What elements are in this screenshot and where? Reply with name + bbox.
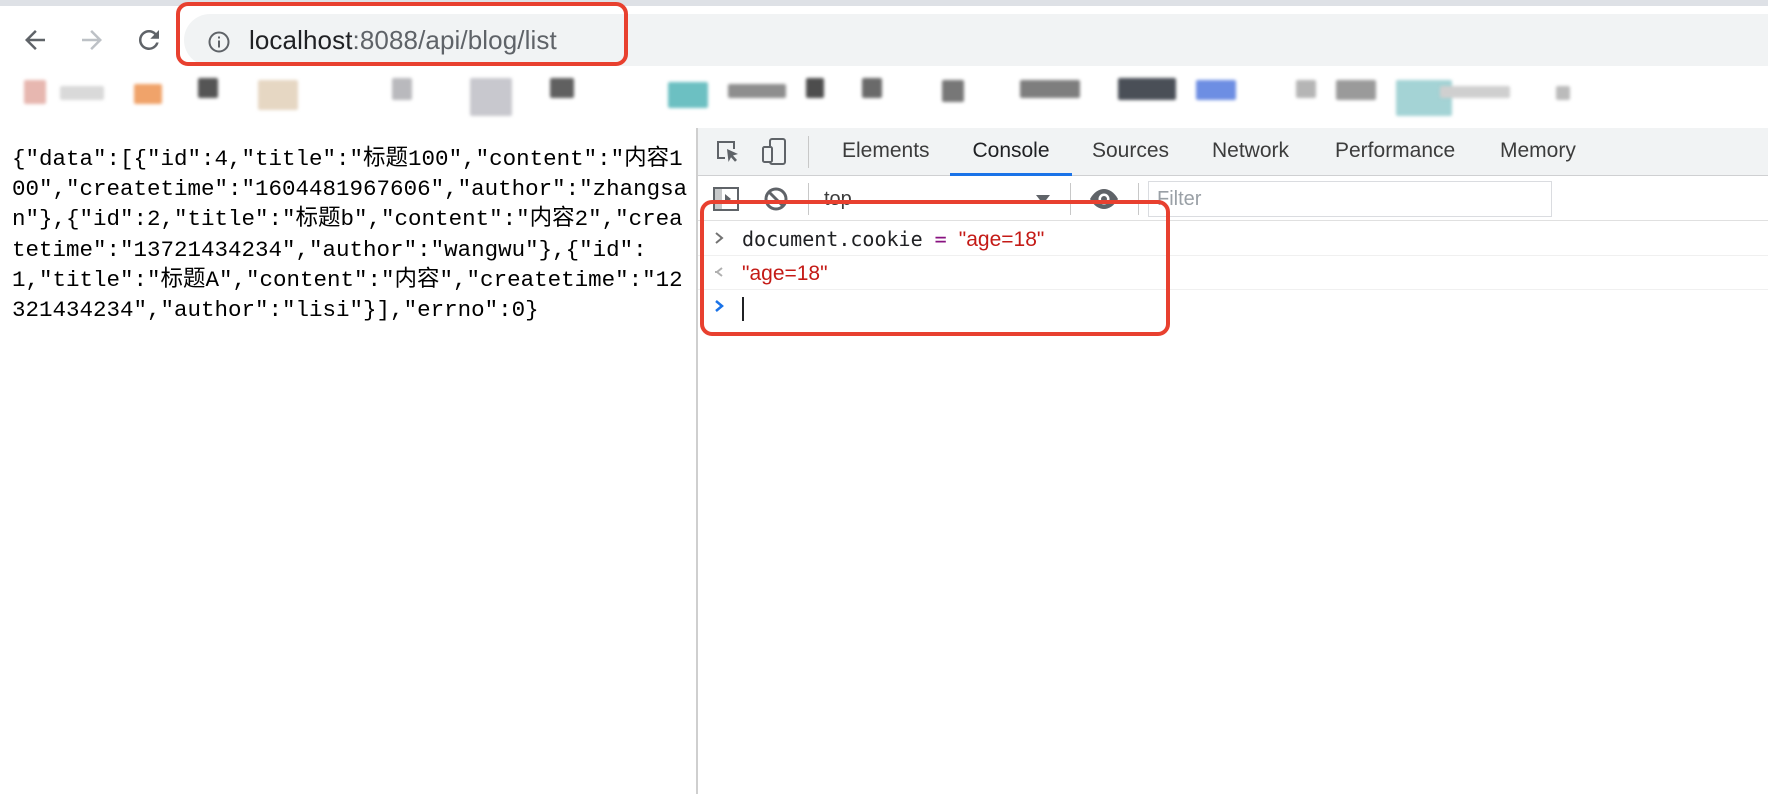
bookmark-item[interactable] [1196, 80, 1236, 100]
devtools-tabbar: Elements Console Sources Network Perform… [698, 128, 1768, 176]
console-filter-input[interactable] [1148, 181, 1552, 217]
bookmark-item[interactable] [668, 82, 708, 108]
reload-icon [138, 29, 159, 50]
bookmark-favicon[interactable] [134, 84, 162, 104]
bookmark-item[interactable] [728, 84, 786, 98]
arrow-left-icon [25, 30, 45, 50]
toolbar-divider [808, 136, 809, 168]
url-highlight-annotation [176, 2, 628, 66]
bookmark-item[interactable] [392, 78, 412, 100]
tab-sources[interactable]: Sources [1092, 128, 1169, 176]
back-button[interactable] [15, 20, 55, 60]
page-content: {"data":[{"id":4,"title":"标题100","conten… [0, 128, 696, 794]
inspect-element-icon[interactable] [712, 136, 744, 168]
bookmark-item[interactable] [550, 78, 574, 98]
tab-console[interactable]: Console [950, 128, 1072, 176]
bookmark-item[interactable] [470, 78, 512, 116]
bookmark-item[interactable] [1556, 86, 1570, 100]
bookmark-item[interactable] [1020, 80, 1080, 98]
bookmark-favicon[interactable] [24, 80, 46, 104]
device-toolbar-icon[interactable] [758, 136, 790, 168]
bookmark-item[interactable] [1296, 80, 1316, 98]
console-highlight-annotation [700, 200, 1170, 336]
forward-button[interactable] [72, 20, 112, 60]
bookmark-item[interactable] [862, 78, 882, 98]
arrow-right-icon [82, 30, 102, 50]
bookmark-item[interactable] [198, 78, 218, 98]
reload-button[interactable] [129, 20, 169, 60]
bookmark-item[interactable] [806, 78, 824, 98]
json-response: {"data":[{"id":4,"title":"标题100","conten… [12, 146, 688, 324]
bookmark-item[interactable] [942, 80, 964, 102]
tab-memory[interactable]: Memory [1500, 128, 1576, 176]
tab-elements[interactable]: Elements [842, 128, 930, 176]
bookmark-item[interactable] [258, 80, 298, 110]
bookmarks-bar [0, 72, 1768, 124]
tab-network[interactable]: Network [1212, 128, 1289, 176]
tab-performance[interactable]: Performance [1335, 128, 1455, 176]
bookmark-item[interactable] [1336, 80, 1376, 100]
bookmark-item[interactable] [1440, 86, 1510, 98]
bookmark-item[interactable] [1118, 78, 1176, 100]
bookmark-item[interactable] [60, 86, 104, 100]
